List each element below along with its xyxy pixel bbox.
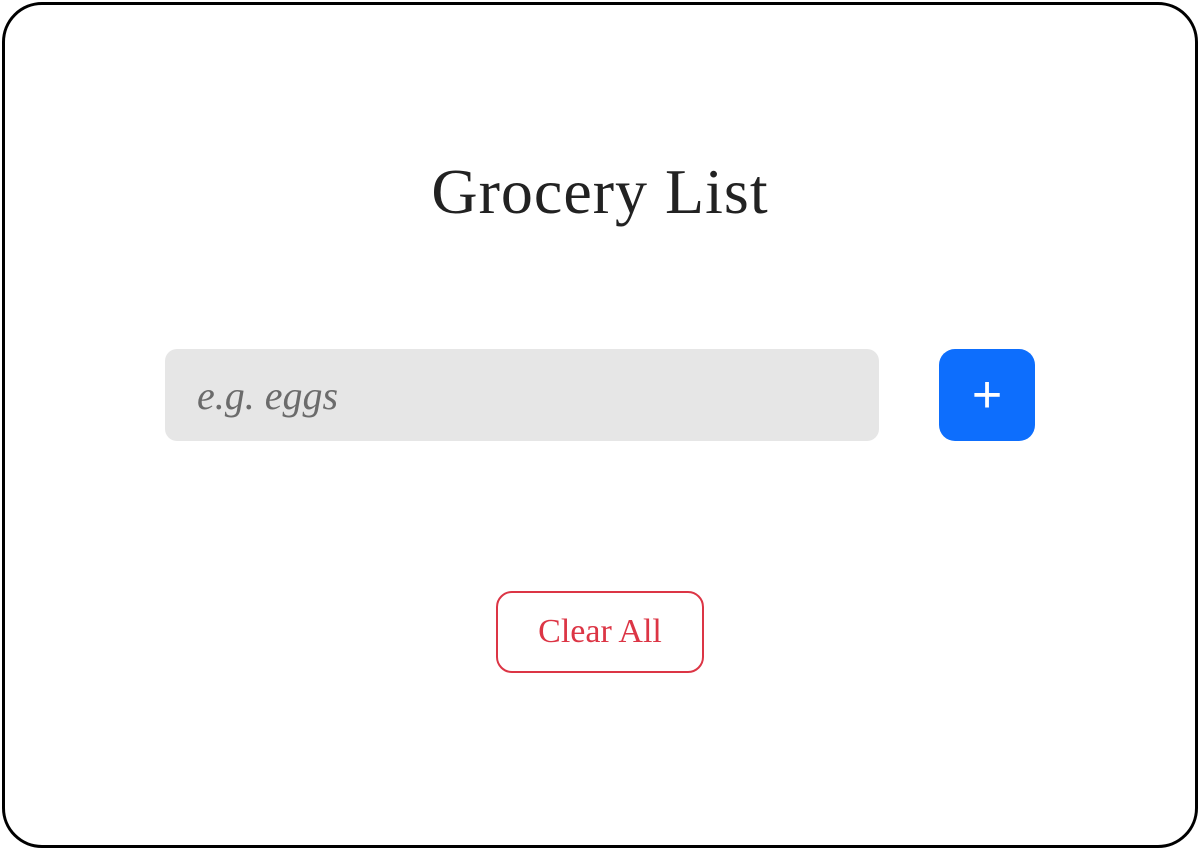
clear-all-label: Clear All [538, 613, 662, 650]
item-input[interactable] [165, 349, 879, 441]
page-title: Grocery List [431, 155, 768, 229]
app-card: Grocery List + Clear All [2, 2, 1198, 848]
input-row: + [165, 349, 1035, 441]
plus-icon: + [972, 369, 1002, 421]
clear-all-button[interactable]: Clear All [496, 591, 704, 673]
add-button[interactable]: + [939, 349, 1035, 441]
